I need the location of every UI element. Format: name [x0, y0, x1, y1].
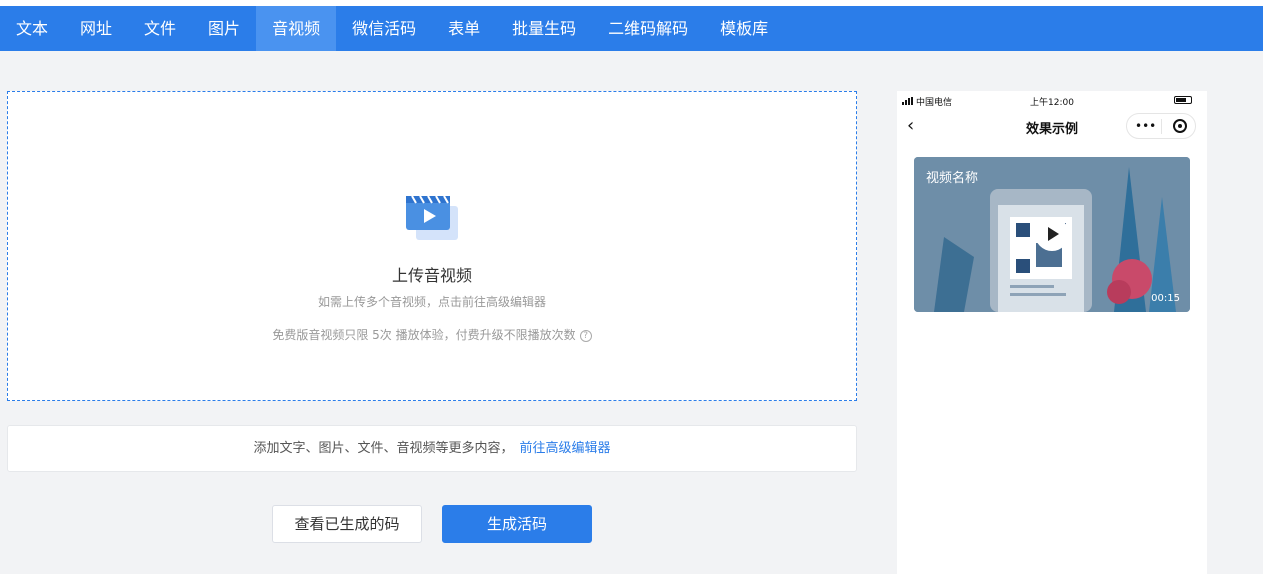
tab-batch[interactable]: 批量生码 — [496, 6, 592, 51]
tab-image[interactable]: 图片 — [192, 6, 256, 51]
tab-wechat-livecode[interactable]: 微信活码 — [336, 6, 432, 51]
close-target-icon — [1173, 119, 1187, 133]
tab-templates[interactable]: 模板库 — [704, 6, 784, 51]
status-time: 上午12:00 — [1030, 98, 1074, 108]
status-carrier: 中国电信 — [902, 95, 952, 108]
miniprogram-capsule: ••• — [1126, 113, 1196, 139]
upload-title: 上传音视频 — [391, 266, 472, 285]
battery-icon — [1174, 96, 1192, 104]
signal-icon — [902, 97, 913, 105]
tab-file[interactable]: 文件 — [128, 6, 192, 51]
generate-code-button[interactable]: 生成活码 — [442, 505, 592, 543]
upload-hint: 如需上传多个音视频，点击前往高级编辑器 — [317, 295, 546, 309]
question-circle-icon[interactable]: ? — [579, 330, 592, 342]
status-bar: 中国电信 上午12:00 — [897, 91, 1207, 109]
video-clapper-icon — [406, 195, 458, 240]
add-content-bar: 添加文字、图片、文件、音视频等更多内容， 前往高级编辑器 — [7, 425, 857, 472]
advanced-editor-link[interactable]: 前往高级编辑器 — [520, 441, 611, 456]
tab-audio-video[interactable]: 音视频 — [256, 6, 337, 51]
video-name: 视频名称 — [926, 171, 979, 186]
free-notice: 免费版音视频只限 5次 播放体验，付费升级不限播放次数? — [8, 326, 856, 343]
capsule-divider — [1161, 119, 1162, 134]
tab-text[interactable]: 文本 — [0, 6, 64, 51]
phone-preview: 中国电信 上午12:00 ‹ 效果示例 ••• 视频名称 00:15 — [897, 91, 1207, 574]
more-dots-icon: ••• — [1135, 119, 1157, 133]
video-thumbnail: 视频名称 00:15 — [914, 157, 1190, 312]
upload-dropzone[interactable]: 上传音视频 如需上传多个音视频，点击前往高级编辑器 免费版音视频只限 5次 播放… — [7, 91, 857, 401]
video-duration: 00:15 — [1151, 293, 1180, 304]
tab-url[interactable]: 网址 — [64, 6, 128, 51]
carrier-label: 中国电信 — [916, 98, 953, 108]
free-notice-text: 免费版音视频只限 5次 播放体验，付费升级不限播放次数 — [272, 328, 576, 342]
tab-form[interactable]: 表单 — [432, 6, 496, 51]
play-icon[interactable] — [1035, 217, 1069, 251]
tab-qr-decode[interactable]: 二维码解码 — [592, 6, 704, 51]
view-generated-button[interactable]: 查看已生成的码 — [272, 505, 422, 543]
top-nav: 文本 网址 文件 图片 音视频 微信活码 表单 批量生码 二维码解码 模板库 — [0, 6, 1263, 51]
preview-titlebar: ‹ 效果示例 ••• — [897, 111, 1207, 141]
add-content-text: 添加文字、图片、文件、音视频等更多内容， — [253, 441, 514, 456]
